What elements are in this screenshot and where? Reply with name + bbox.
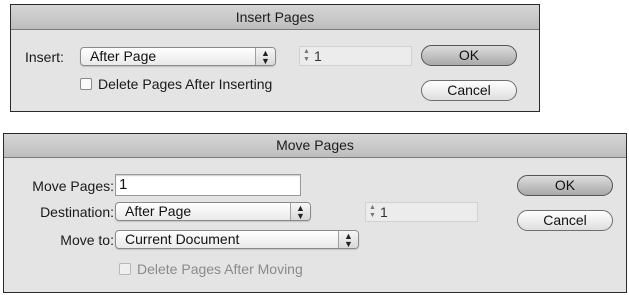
insert-position-value: After Page <box>90 48 157 64</box>
delete-pages-after-inserting-checkbox[interactable] <box>80 78 92 90</box>
ok-button[interactable]: OK <box>517 175 613 196</box>
move-page-number-value: 1 <box>380 204 388 220</box>
destination-dropdown[interactable]: After Page ▲ ▼ <box>115 202 311 221</box>
cancel-button[interactable]: Cancel <box>421 80 517 101</box>
delete-pages-after-inserting-label[interactable]: Delete Pages After Inserting <box>98 74 272 94</box>
insert-position-dropdown[interactable]: After Page ▲ ▼ <box>80 47 276 66</box>
stepper-icon[interactable]: ▲ ▼ <box>302 48 311 64</box>
up-down-chevron-icon: ▲ ▼ <box>255 48 275 66</box>
move-to-dropdown[interactable]: Current Document ▲ ▼ <box>115 230 359 249</box>
destination-label: Destination: <box>40 204 114 220</box>
delete-pages-after-moving-label[interactable]: Delete Pages After Moving <box>137 259 303 279</box>
move-pages-label: Move Pages: <box>32 178 114 194</box>
move-pages-dialog: Move Pages Move Pages: 1 Destination: Af… <box>3 133 627 293</box>
ok-button[interactable]: OK <box>421 45 517 66</box>
move-pages-title: Move Pages <box>4 134 626 158</box>
insert-page-number-value: 1 <box>314 48 322 64</box>
destination-value: After Page <box>125 203 192 219</box>
up-down-chevron-icon: ▲ ▼ <box>290 203 310 221</box>
move-page-number-field[interactable]: ▲ ▼ 1 <box>365 202 478 222</box>
insert-pages-dialog: Insert Pages Insert: After Page ▲ ▼ ▲ ▼ 1 … <box>10 4 540 112</box>
cancel-button[interactable]: Cancel <box>517 210 613 231</box>
insert-pages-title: Insert Pages <box>11 5 539 30</box>
move-to-value: Current Document <box>125 231 240 247</box>
stepper-icon[interactable]: ▲ ▼ <box>368 204 377 220</box>
insert-page-number-field[interactable]: ▲ ▼ 1 <box>299 46 412 66</box>
move-to-label: Move to: <box>60 232 114 248</box>
move-pages-input[interactable]: 1 <box>115 174 301 196</box>
insert-label: Insert: <box>25 49 64 65</box>
up-down-chevron-icon: ▲ ▼ <box>338 231 358 249</box>
delete-pages-after-moving-checkbox[interactable] <box>119 263 131 275</box>
